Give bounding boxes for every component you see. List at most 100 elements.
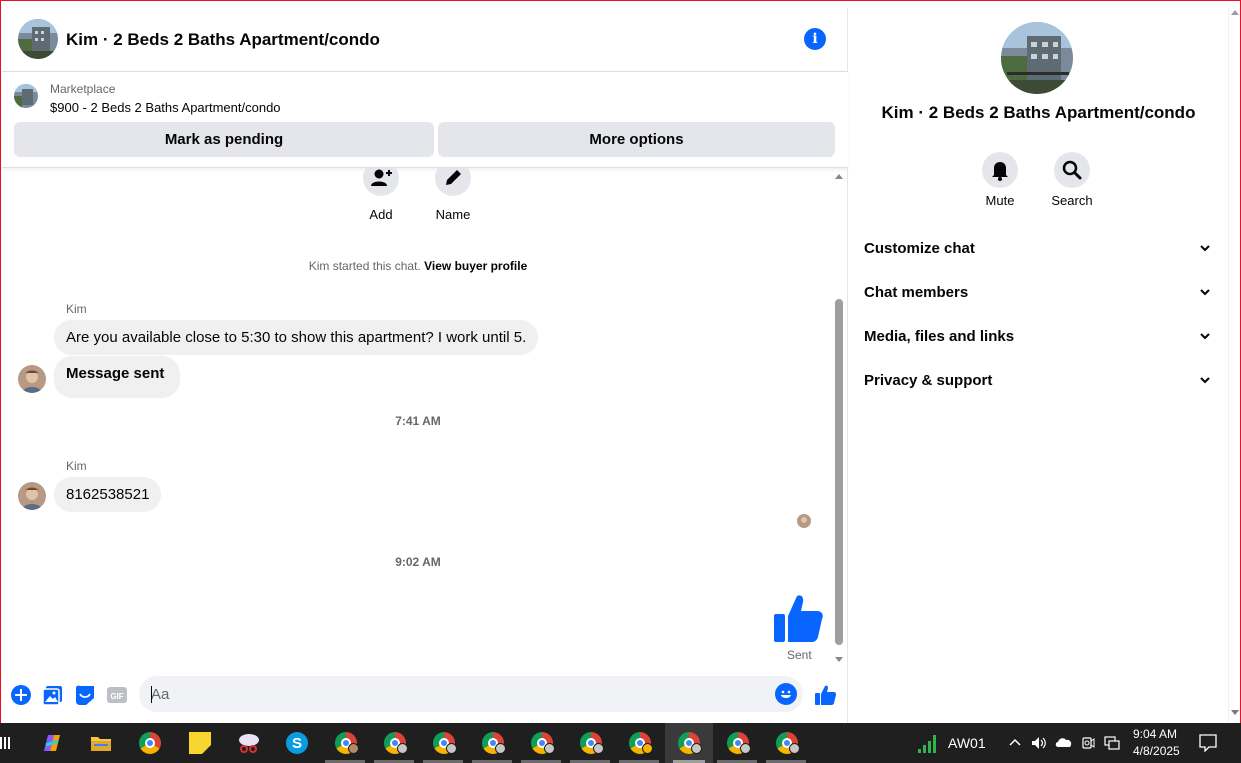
text-caret bbox=[151, 686, 152, 703]
accordion-label: Privacy & support bbox=[864, 372, 993, 389]
copilot-icon[interactable] bbox=[40, 731, 64, 755]
add-label: Add bbox=[369, 207, 393, 222]
chat-start-notice: Kim started this chat. View buyer profil… bbox=[2, 259, 834, 273]
view-buyer-profile-link[interactable]: View buyer profile bbox=[424, 259, 527, 273]
mark-pending-button[interactable]: Mark as pending bbox=[14, 122, 434, 157]
onedrive-icon[interactable] bbox=[1055, 736, 1073, 751]
marketplace-label: Marketplace bbox=[50, 82, 116, 96]
message-bubble[interactable]: Message sent bbox=[54, 356, 181, 398]
message-bubble[interactable]: 8162538521 bbox=[54, 477, 162, 512]
profile-avatar-icon bbox=[593, 743, 604, 754]
windows-taskbar: S AW01 9:04 AM 4/8/2025 bbox=[0, 723, 1241, 763]
chat-title[interactable]: Kim · 2 Beds 2 Baths Apartment/condo bbox=[66, 30, 380, 50]
chrome-icon[interactable] bbox=[139, 732, 161, 754]
plus-icon[interactable] bbox=[10, 684, 32, 706]
emoji-icon[interactable] bbox=[775, 683, 797, 705]
search-label: Search bbox=[1051, 193, 1093, 208]
name-label: Name bbox=[435, 207, 471, 222]
search-icon bbox=[1054, 152, 1090, 188]
snipping-tool-icon[interactable] bbox=[237, 731, 261, 755]
sticker-icon[interactable] bbox=[74, 684, 96, 706]
started-text: Kim started this chat. bbox=[308, 259, 421, 273]
chat-pane: Kim · 2 Beds 2 Baths Apartment/condo i M… bbox=[2, 8, 848, 724]
scroll-down-arrow[interactable] bbox=[1231, 710, 1239, 715]
more-options-button[interactable]: More options bbox=[438, 122, 835, 157]
accordion-media-files-links[interactable]: Media, files and links bbox=[864, 322, 1214, 352]
scroll-up-arrow[interactable] bbox=[835, 174, 843, 179]
profile-avatar-icon bbox=[495, 743, 506, 754]
clock-time[interactable]: 9:04 AM bbox=[1133, 727, 1177, 741]
meet-now-icon[interactable] bbox=[1081, 736, 1095, 753]
bell-icon bbox=[982, 152, 1018, 188]
accordion-customize-chat[interactable]: Customize chat bbox=[864, 234, 1214, 264]
add-people-button[interactable] bbox=[363, 168, 399, 196]
profile-avatar-icon bbox=[789, 743, 800, 754]
profile-avatar-icon bbox=[348, 743, 359, 754]
volume-icon[interactable] bbox=[1031, 736, 1047, 753]
ethernet-icon[interactable] bbox=[1104, 736, 1120, 753]
page-scrollbar[interactable] bbox=[1228, 8, 1240, 724]
listing-large-avatar[interactable] bbox=[1001, 22, 1073, 94]
add-person-icon bbox=[371, 169, 392, 186]
network-label[interactable]: AW01 bbox=[948, 735, 986, 751]
sender-name: Kim bbox=[66, 302, 87, 316]
message-input-wrapper[interactable] bbox=[139, 676, 803, 712]
pencil-icon bbox=[446, 170, 461, 185]
kim-avatar[interactable] bbox=[18, 482, 46, 510]
thumbs-up-icon[interactable] bbox=[772, 592, 824, 649]
sticky-notes-icon[interactable] bbox=[188, 731, 212, 755]
info-icon[interactable]: i bbox=[804, 28, 826, 50]
chat-scrollbar[interactable] bbox=[834, 174, 846, 664]
listing-title[interactable]: $900 - 2 Beds 2 Baths Apartment/condo bbox=[50, 100, 281, 115]
sent-status: Sent bbox=[787, 648, 812, 662]
profile-avatar-icon bbox=[544, 743, 555, 754]
message-list: Add Name Kim started this chat. View buy… bbox=[2, 168, 834, 668]
conversation-info-pane: Kim · 2 Beds 2 Baths Apartment/condo Mut… bbox=[849, 8, 1228, 724]
composer: GIF bbox=[2, 672, 848, 718]
profile-avatar-icon bbox=[446, 743, 457, 754]
scroll-up-arrow[interactable] bbox=[1231, 10, 1239, 15]
timestamp: 9:02 AM bbox=[395, 555, 441, 569]
gallery-icon[interactable] bbox=[42, 684, 64, 706]
scroll-thumb[interactable] bbox=[835, 299, 843, 645]
profile-avatar-icon bbox=[740, 743, 751, 754]
timestamp: 7:41 AM bbox=[395, 414, 441, 428]
chevron-down-icon bbox=[1200, 245, 1210, 252]
message-bubble[interactable]: Are you available close to 5:30 to show … bbox=[54, 320, 539, 355]
gif-icon[interactable]: GIF bbox=[106, 684, 128, 706]
accordion-privacy-support[interactable]: Privacy & support bbox=[864, 366, 1214, 396]
profile-avatar-icon bbox=[691, 743, 702, 754]
listing-thumbnail[interactable] bbox=[14, 84, 38, 108]
kim-avatar[interactable] bbox=[18, 365, 46, 393]
profile-avatar-icon bbox=[642, 743, 653, 754]
seen-avatar bbox=[797, 514, 811, 528]
accordion-label: Chat members bbox=[864, 284, 969, 301]
task-view-icon[interactable] bbox=[0, 733, 10, 753]
listing-avatar[interactable] bbox=[18, 19, 58, 59]
svg-text:S: S bbox=[292, 735, 302, 752]
accordion-chat-members[interactable]: Chat members bbox=[864, 278, 1214, 308]
like-icon[interactable] bbox=[814, 684, 836, 706]
accordion-label: Media, files and links bbox=[864, 328, 1015, 345]
message-input[interactable] bbox=[151, 676, 761, 712]
mute-label: Mute bbox=[985, 193, 1015, 208]
notification-icon[interactable] bbox=[1199, 734, 1217, 755]
clock-date[interactable]: 4/8/2025 bbox=[1133, 744, 1180, 758]
name-chat-button[interactable] bbox=[435, 168, 471, 196]
skype-icon[interactable]: S bbox=[285, 731, 309, 755]
gif-label: GIF bbox=[110, 692, 123, 701]
window-frame: Kim · 2 Beds 2 Baths Apartment/condo i M… bbox=[0, 0, 1241, 724]
marketplace-banner: Marketplace $900 - 2 Beds 2 Baths Apartm… bbox=[2, 72, 848, 168]
mute-button[interactable]: Mute bbox=[965, 152, 1035, 208]
sender-name: Kim bbox=[66, 459, 87, 473]
network-signal-icon[interactable] bbox=[916, 731, 940, 760]
profile-avatar-icon bbox=[397, 743, 408, 754]
chevron-down-icon bbox=[1200, 289, 1210, 296]
search-button[interactable]: Search bbox=[1037, 152, 1107, 208]
chat-header: Kim · 2 Beds 2 Baths Apartment/condo i bbox=[2, 8, 848, 72]
scroll-down-arrow[interactable] bbox=[835, 657, 843, 662]
accordion-label: Customize chat bbox=[864, 240, 975, 257]
info-title: Kim · 2 Beds 2 Baths Apartment/condo bbox=[881, 103, 1196, 122]
chevron-up-icon[interactable] bbox=[1008, 736, 1022, 753]
file-explorer-icon[interactable] bbox=[89, 731, 113, 755]
